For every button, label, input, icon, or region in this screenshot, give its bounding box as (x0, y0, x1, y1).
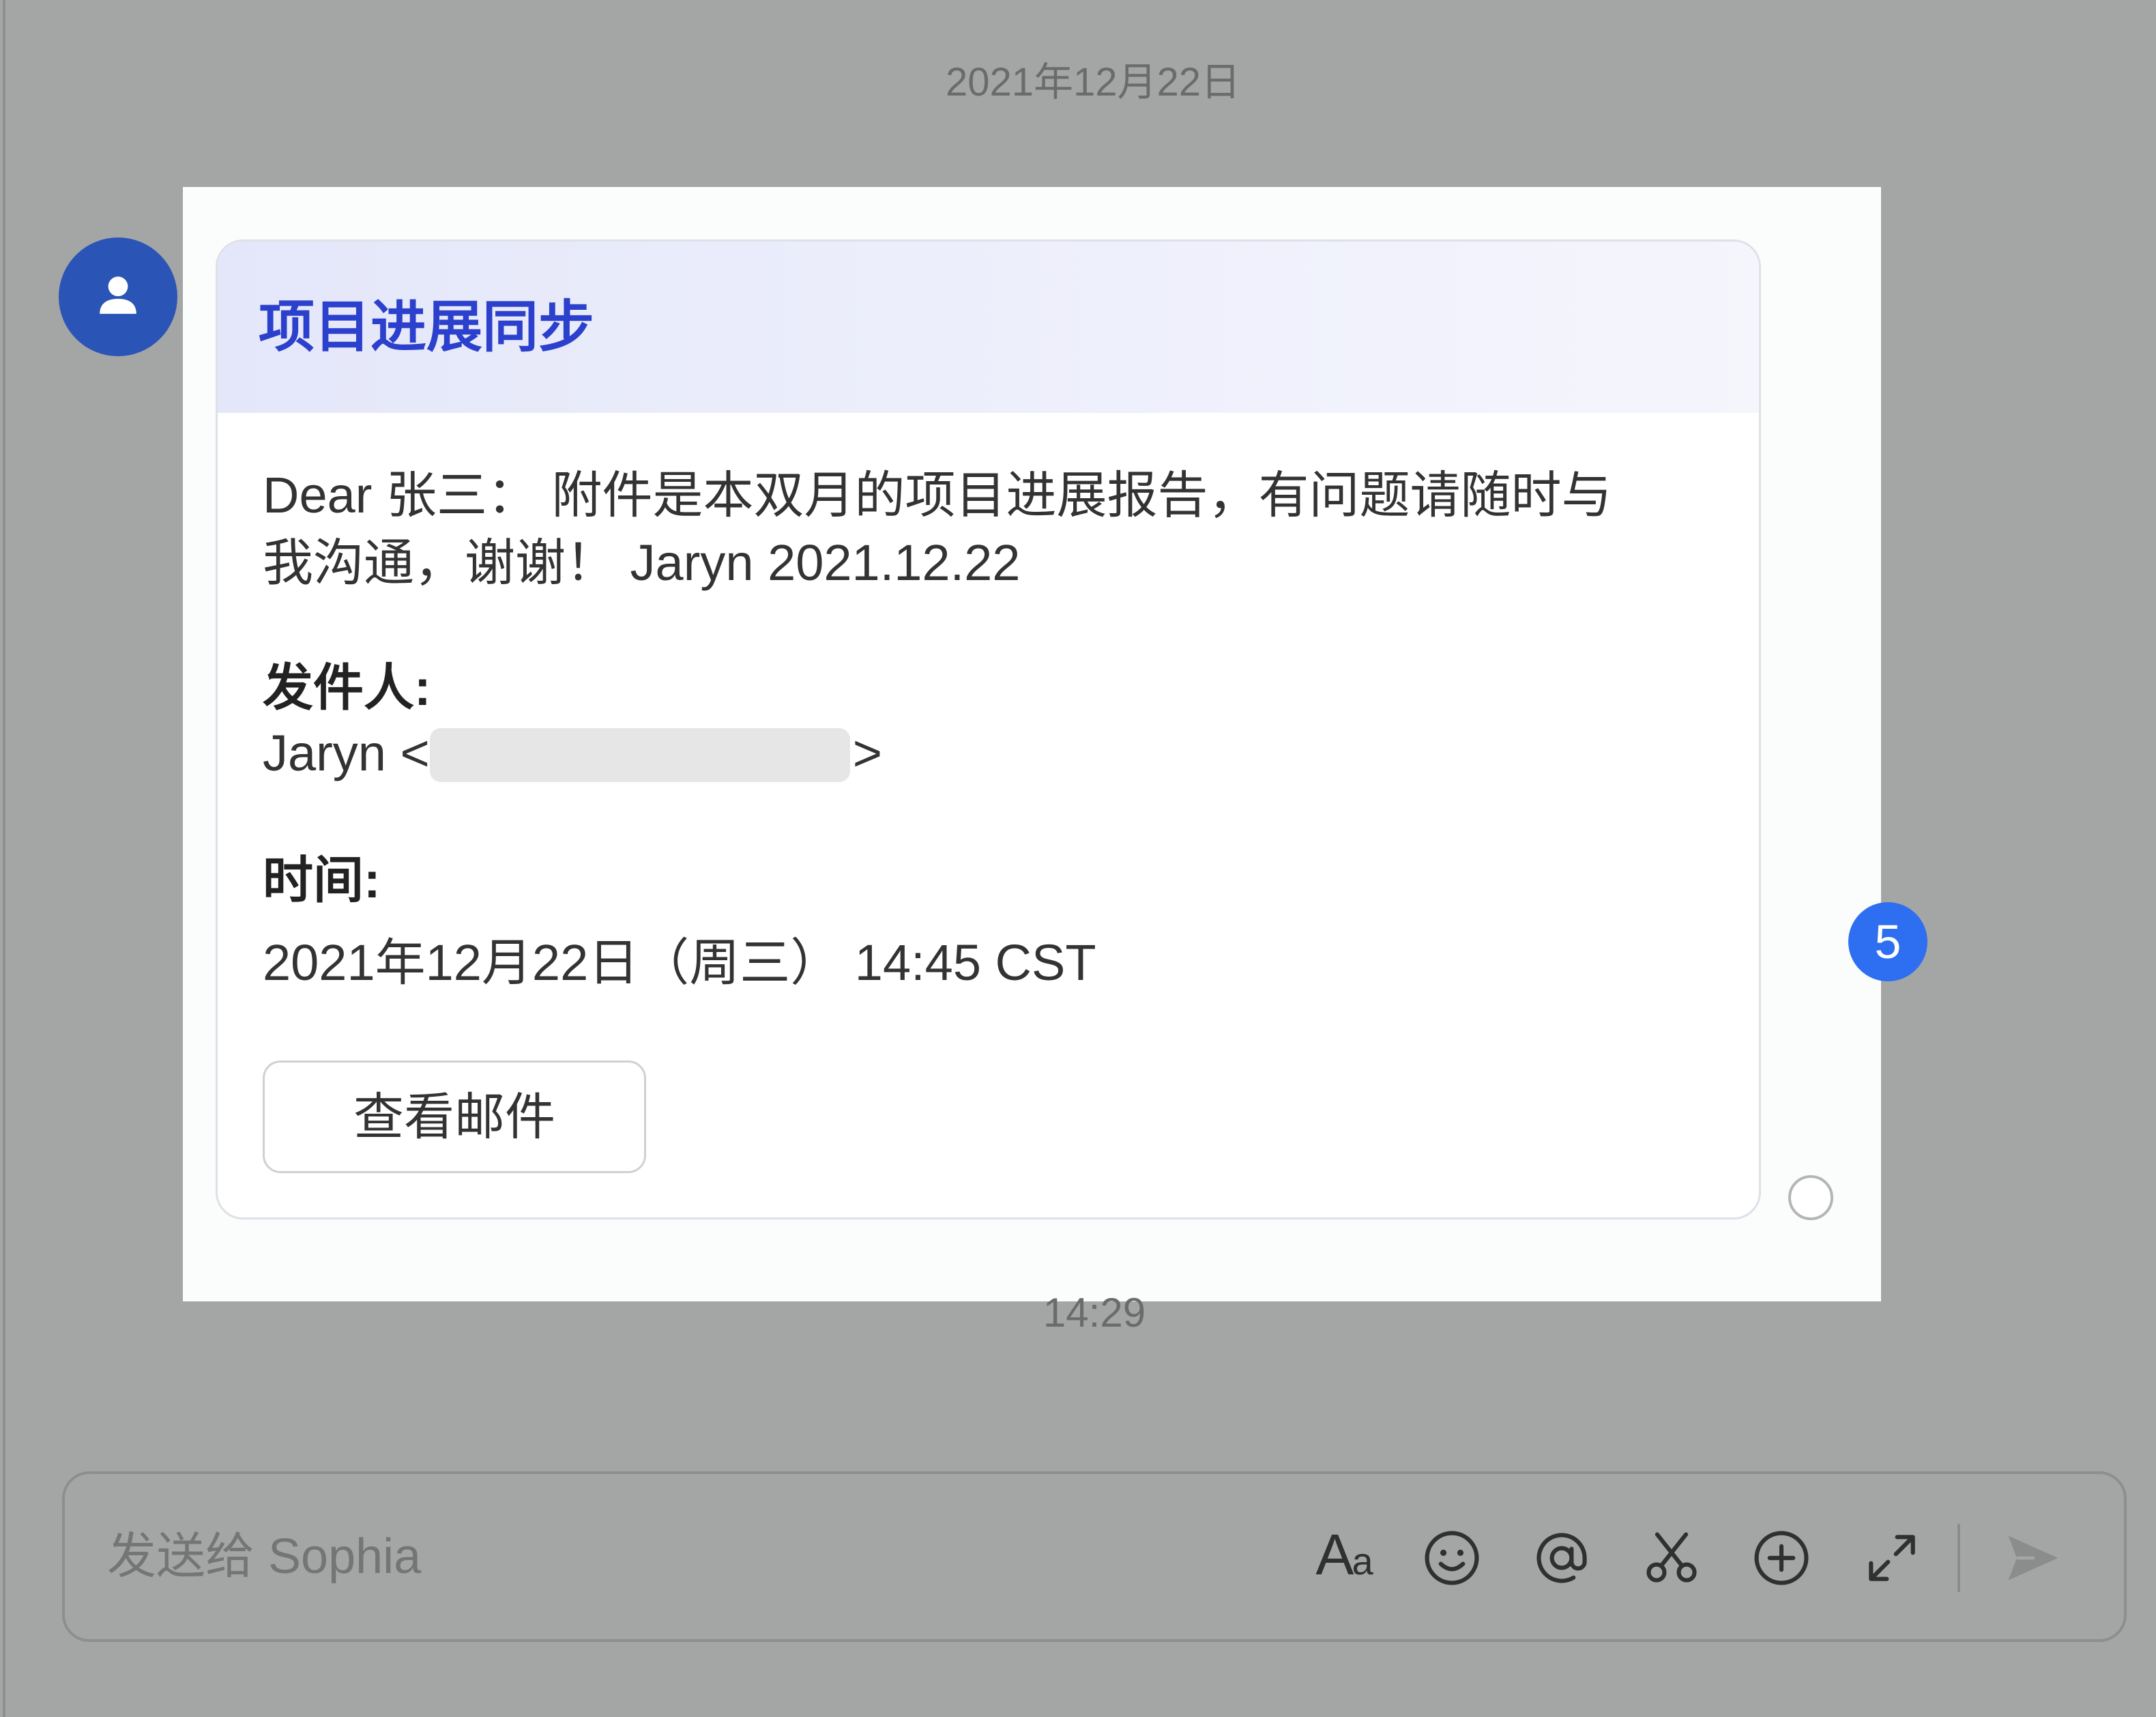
expand-icon (1869, 1535, 1915, 1581)
time-value: 2021年12月22日（周三） 14:45 CST (263, 934, 1096, 991)
mention-icon (1536, 1533, 1587, 1583)
sender-line: Jaryn < > (263, 721, 882, 786)
toolbar-divider (1957, 1524, 1960, 1592)
mail-card-body: Dear 张三： 附件是本双月的项目进展报告，有问题请随时与我沟通，谢谢！ Ja… (263, 467, 1612, 591)
emoji-button[interactable] (1419, 1525, 1485, 1591)
date-divider: 2021年12月22日 (945, 60, 1241, 104)
read-status-circle-icon[interactable] (1788, 1175, 1833, 1220)
step-badge: 5 (1848, 902, 1927, 981)
sender-close-bracket: > (852, 725, 882, 781)
sender-label: 发件人: (263, 659, 431, 716)
add-button[interactable] (1749, 1525, 1814, 1591)
window-edge (3, 0, 5, 1717)
text-format-icon: Aa (1315, 1523, 1373, 1587)
mail-card[interactable]: 项目进展同步 Dear 张三： 附件是本双月的项目进展报告，有问题请随时与我沟通… (216, 240, 1761, 1220)
screenshot-button[interactable] (1639, 1525, 1704, 1591)
message-timestamp: 14:29 (1043, 1290, 1146, 1336)
redacted-email (429, 727, 850, 782)
send-button[interactable] (1999, 1525, 2065, 1591)
sender-avatar[interactable] (59, 237, 177, 356)
mail-card-title: 项目进展同步 (259, 296, 595, 358)
text-format-button[interactable]: Aa (1311, 1523, 1376, 1591)
expand-button[interactable] (1859, 1525, 1925, 1591)
add-circle-icon (1754, 1531, 1809, 1585)
mail-card-header: 项目进展同步 (218, 242, 1759, 413)
user-icon (100, 276, 136, 314)
message-composer[interactable]: Aa (62, 1471, 2127, 1642)
emoji-icon (1425, 1531, 1479, 1585)
time-label: 时间: (263, 852, 381, 908)
view-mail-button[interactable]: 查看邮件 (263, 1060, 646, 1173)
sender-name: Jaryn < (263, 725, 430, 781)
scissors-icon (1646, 1532, 1697, 1583)
message-input[interactable] (107, 1474, 1267, 1639)
send-icon (2008, 1535, 2058, 1581)
mention-button[interactable] (1529, 1525, 1594, 1591)
